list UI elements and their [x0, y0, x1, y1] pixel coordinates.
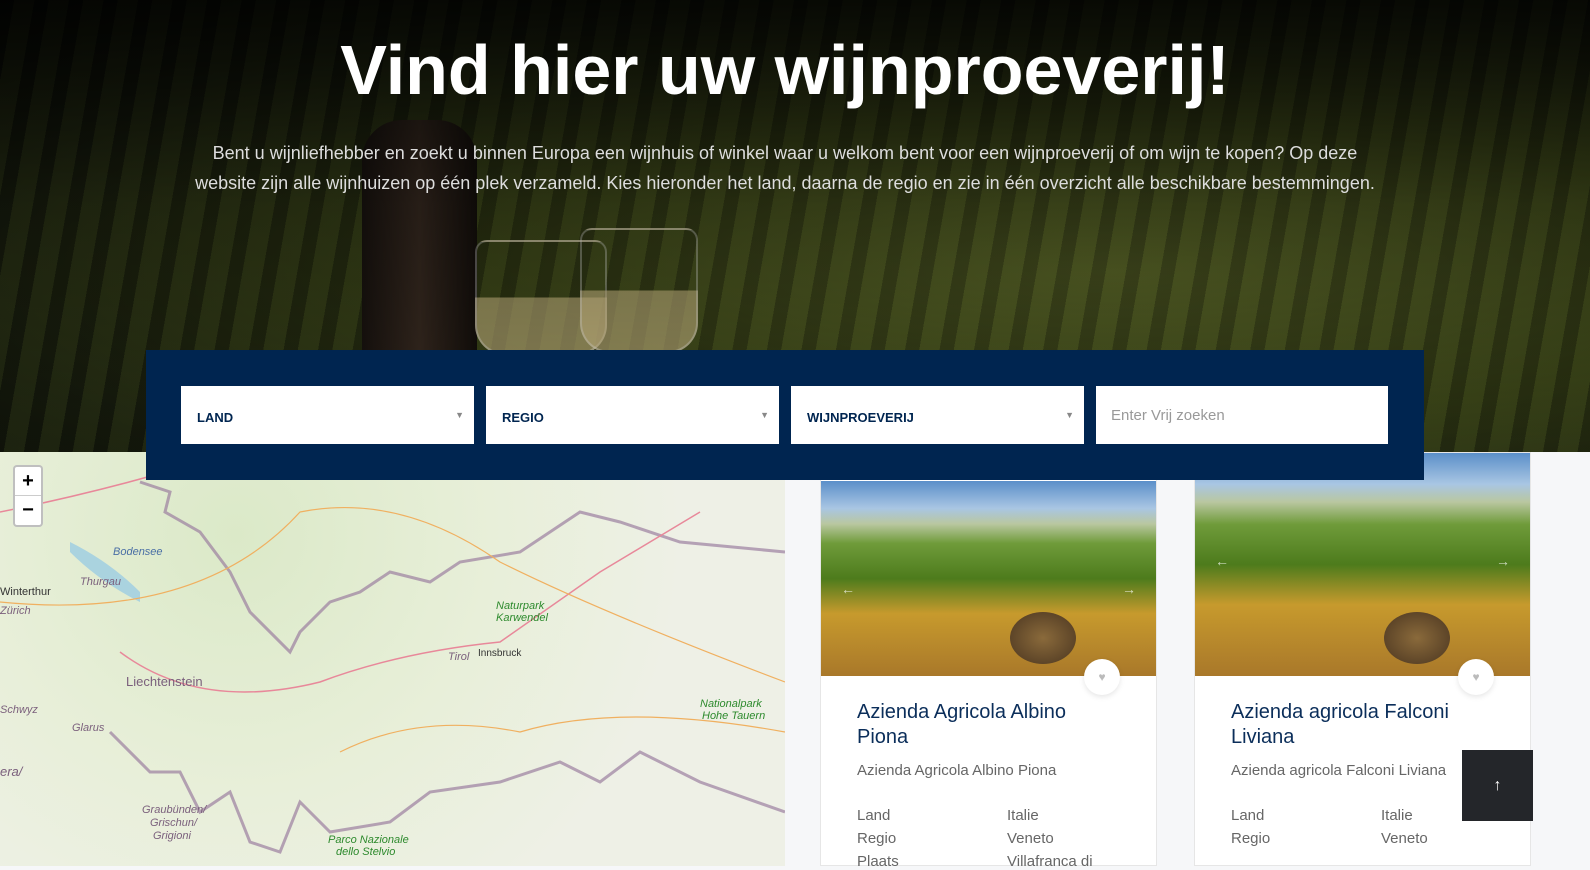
map-label: Parco Nazionale	[328, 834, 409, 846]
map-label: Grigioni	[153, 830, 191, 842]
prev-arrow-icon[interactable]: ←	[841, 581, 855, 597]
page-title: Vind hier uw wijnproeverij!	[340, 31, 1230, 109]
land-select[interactable]: LAND ▼	[181, 386, 474, 444]
detail-value: Veneto	[1007, 830, 1054, 847]
detail-value: Veneto	[1381, 830, 1428, 847]
map-label: era/	[0, 764, 23, 779]
hay-bale	[1384, 612, 1450, 664]
regio-label: REGIO	[502, 410, 544, 425]
favorite-heart-icon[interactable]: ♥	[1084, 659, 1120, 695]
next-arrow-icon[interactable]: →	[1496, 553, 1510, 569]
map-label: Hohe Tauern	[702, 710, 766, 722]
intro-text: Bent u wijnliefhebber en zoekt u binnen …	[195, 143, 1375, 193]
wijnproeverij-label: WIJNPROEVERIJ	[807, 410, 914, 425]
zoom-in-button[interactable]: +	[15, 467, 41, 496]
map-label: Glarus	[72, 722, 105, 734]
card-details: Land Italie Regio Veneto Plaats Villafranca…	[821, 779, 1156, 870]
search-panel: LAND ▼ REGIO ▼ WIJNPROEVERIJ ▼	[146, 350, 1424, 480]
regio-select[interactable]: REGIO ▼	[486, 386, 779, 444]
detail-label: Regio	[857, 830, 897, 847]
map-label: Nationalpark	[700, 698, 762, 710]
detail-label: Plaats	[857, 853, 899, 870]
free-search-input[interactable]	[1096, 386, 1388, 444]
map-label: dello Stelvio	[336, 846, 396, 858]
card-subtitle: Azienda Agricola Albino Piona	[857, 762, 1057, 779]
back-to-top-button[interactable]: ↑	[1462, 750, 1533, 821]
chevron-down-icon: ▼	[455, 410, 464, 420]
map-label: Zürich	[0, 605, 31, 617]
map-lines	[0, 461, 785, 854]
map-label: Liechtenstein	[126, 674, 203, 689]
card-image: ← →	[821, 481, 1156, 676]
chevron-down-icon: ▼	[760, 410, 769, 420]
winery-card[interactable]: ← → ♥ Azienda Agricola Albino Piona Azie…	[820, 452, 1157, 870]
detail-value: Italie	[1007, 807, 1039, 824]
map-label: Innsbruck	[478, 648, 522, 659]
map-label: Grischun/	[150, 817, 198, 829]
zoom-out-button[interactable]: −	[15, 496, 41, 525]
map-label: Schwyz	[0, 704, 38, 716]
card-image: ← →	[1195, 453, 1530, 676]
detail-label: Land	[857, 807, 891, 824]
map-label: Tirol	[448, 651, 470, 663]
map-label: Thurgau	[80, 576, 121, 588]
chevron-down-icon: ▼	[1065, 410, 1074, 420]
map-label: Bodensee	[113, 546, 163, 558]
hay-bale	[1010, 612, 1076, 664]
favorite-heart-icon[interactable]: ♥	[1458, 659, 1494, 695]
map-label: Karwendel	[496, 612, 548, 624]
map-zoom-control: + −	[13, 465, 43, 527]
map[interactable]: Bodensee Thurgau Winterthur Zürich Liech…	[0, 452, 785, 866]
map-label: Graubünden/	[142, 804, 207, 816]
wijnproeverij-select[interactable]: WIJNPROEVERIJ ▼	[791, 386, 1084, 444]
detail-value: Villafranca di	[1007, 853, 1093, 870]
prev-arrow-icon[interactable]: ←	[1215, 553, 1229, 569]
map-label: Winterthur	[0, 586, 51, 598]
map-label: Naturpark	[496, 600, 545, 612]
land-label: LAND	[197, 410, 234, 425]
detail-label: Land	[1231, 807, 1265, 824]
next-arrow-icon[interactable]: →	[1122, 581, 1136, 597]
detail-label: Regio	[1231, 830, 1271, 847]
